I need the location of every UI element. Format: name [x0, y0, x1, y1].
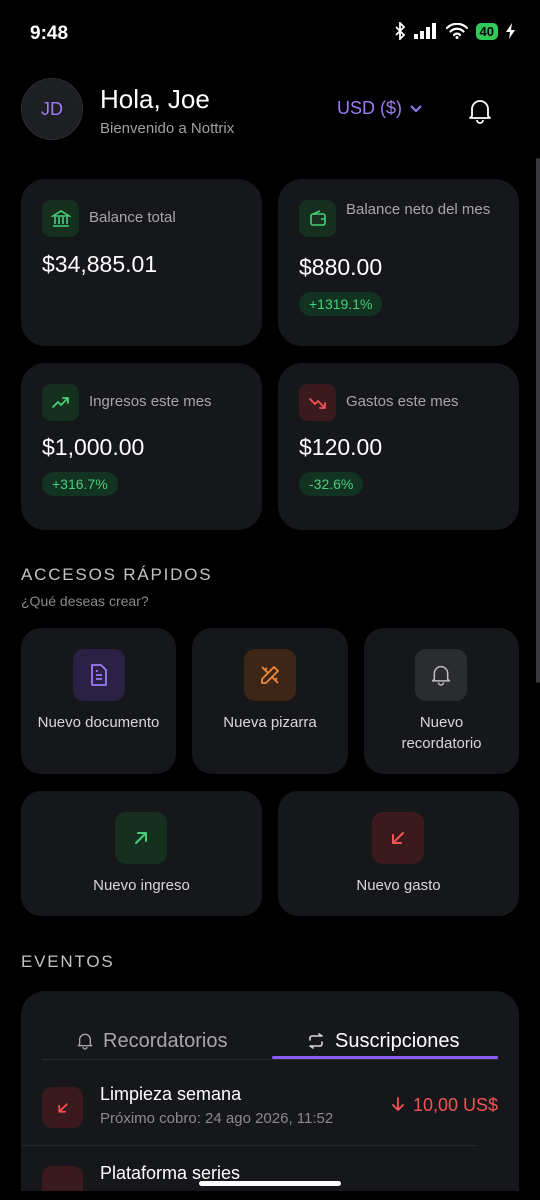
status-bar: 9:48 40 [0, 0, 540, 62]
arrow-down-icon [392, 1097, 404, 1111]
tab-subscriptions[interactable]: Suscripciones [307, 1021, 460, 1061]
arrow-down-left-icon [42, 1087, 83, 1128]
signal-icon [413, 23, 436, 39]
total-balance-label: Balance total [89, 209, 176, 226]
repeat-icon [309, 1033, 323, 1049]
events-title: EVENTOS [21, 952, 115, 971]
bell-icon [415, 649, 467, 701]
charging-icon [506, 23, 515, 39]
arrow-down-left-icon [42, 1166, 83, 1191]
arrow-down-left-icon [372, 812, 424, 864]
wallet-icon [299, 200, 336, 237]
scrollbar[interactable] [536, 158, 540, 683]
net-balance-card[interactable]: Balance neto del mes $880.00 +1319.1% [278, 179, 519, 346]
tab-reminders[interactable]: Recordatorios [77, 1021, 228, 1061]
avatar[interactable]: JD [21, 78, 83, 140]
greeting-title: Hola, Joe [100, 84, 210, 114]
currency-label: USD ($) [337, 98, 403, 118]
new-income-button[interactable]: Nuevo ingreso [21, 791, 262, 916]
bell-icon [469, 100, 491, 124]
income-change: +316.7% [42, 472, 118, 496]
event-row[interactable]: Plataforma series [42, 1158, 498, 1191]
currency-selector[interactable]: USD ($) [337, 98, 422, 119]
expenses-card[interactable]: Gastos este mes $120.00 -32.6% [278, 363, 519, 530]
new-document-button[interactable]: Nuevo documento [21, 628, 176, 774]
new-reminder-label: Nuevo recordatorio [401, 714, 482, 752]
status-time: 9:48 [30, 23, 69, 44]
total-balance-card[interactable]: Balance total $34,885.01 [21, 179, 262, 346]
net-balance-value: $880.00 [299, 254, 383, 280]
trending-up-icon [42, 384, 79, 421]
new-document-label: Nuevo documento [37, 714, 160, 731]
quick-access-title: ACCESOS RÁPIDOS [21, 565, 213, 584]
income-label: Ingresos este mes [89, 393, 212, 410]
active-tab-indicator [272, 1056, 498, 1059]
expenses-change: -32.6% [299, 472, 364, 496]
income-value: $1,000.00 [42, 434, 145, 460]
bluetooth-icon [394, 22, 405, 40]
tab-subscriptions-label: Suscripciones [335, 1029, 460, 1052]
new-income-label: Nuevo ingreso [93, 877, 190, 894]
greeting-subtitle: Bienvenido a Nottrix [100, 120, 235, 137]
tab-reminders-label: Recordatorios [103, 1029, 228, 1052]
chevron-down-icon [410, 104, 422, 112]
home-indicator[interactable] [199, 1181, 341, 1186]
bell-icon [77, 1033, 93, 1050]
arrow-up-right-icon [115, 812, 167, 864]
new-expense-button[interactable]: Nuevo gasto [278, 791, 519, 916]
event-divider [21, 1145, 477, 1146]
tab-divider [42, 1059, 498, 1060]
status-icons: 40 [394, 22, 516, 40]
quick-access-subtitle: ¿Qué deseas crear? [21, 593, 149, 609]
notifications-button[interactable] [465, 96, 495, 126]
new-whiteboard-button[interactable]: Nueva pizarra [192, 628, 348, 774]
event-amount-value: 10,00 US$ [412, 1095, 498, 1115]
new-whiteboard-label: Nueva pizarra [223, 714, 317, 731]
expenses-value: $120.00 [299, 434, 383, 460]
trending-down-icon [299, 384, 336, 421]
event-row[interactable]: Limpieza semana Próximo cobro: 24 ago 20… [42, 1079, 498, 1149]
pencil-ruler-icon [244, 649, 296, 701]
event-amount: 10,00 US$ [392, 1095, 498, 1116]
events-card: Recordatorios Suscripciones Limpieza sem… [21, 991, 519, 1191]
new-expense-label: Nuevo gasto [356, 877, 441, 894]
battery-indicator: 40 [475, 22, 498, 40]
net-balance-change: +1319.1% [299, 292, 383, 316]
bank-icon [42, 200, 79, 237]
total-balance-value: $34,885.01 [42, 251, 158, 277]
event-subtitle: Próximo cobro: 24 ago 2026, 11:52 [100, 1110, 334, 1127]
header: JD Hola, Joe Bienvenido a Nottrix USD ($… [21, 78, 521, 142]
new-reminder-button[interactable]: Nuevo recordatorio [364, 628, 519, 774]
document-icon [73, 649, 125, 701]
net-balance-label: Balance neto del mes [346, 201, 491, 218]
wifi-icon [445, 23, 468, 39]
event-title: Limpieza semana [100, 1084, 242, 1104]
income-card[interactable]: Ingresos este mes $1,000.00 +316.7% [21, 363, 262, 530]
expenses-label: Gastos este mes [346, 393, 459, 410]
